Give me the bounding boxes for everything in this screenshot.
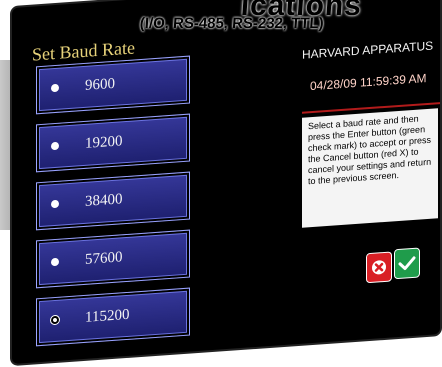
baud-option-57600[interactable]: 57600 — [36, 229, 190, 289]
datetime: 04/28/09 11:59:39 AM — [310, 71, 427, 94]
baud-label: 115200 — [85, 306, 130, 326]
radio-selected-icon — [51, 315, 59, 325]
radio-dot-icon — [51, 83, 59, 93]
check-icon — [398, 256, 416, 271]
radio-dot-icon — [51, 257, 59, 267]
baud-label: 9600 — [85, 75, 115, 94]
touchscreen: ications (I/O, RS-485, RS-232, TTL) Set … — [12, 0, 440, 365]
baud-label: 38400 — [85, 191, 123, 210]
baud-option-115200[interactable]: 115200 — [36, 287, 190, 347]
ok-button[interactable] — [394, 247, 420, 280]
baud-option-38400[interactable]: 38400 — [36, 171, 190, 231]
baud-label: 57600 — [85, 249, 123, 268]
help-text: Select a baud rate and then press the En… — [302, 108, 438, 228]
radio-dot-icon — [51, 141, 59, 151]
cancel-button[interactable] — [366, 251, 392, 284]
baud-label: 19200 — [85, 133, 123, 152]
baud-option-9600[interactable]: 9600 — [36, 55, 190, 115]
device-photo: ications (I/O, RS-485, RS-232, TTL) Set … — [0, 0, 442, 367]
baud-option-19200[interactable]: 19200 — [36, 113, 190, 173]
radio-dot-icon — [51, 199, 59, 209]
banner-subheading: (I/O, RS-485, RS-232, TTL) — [139, 15, 325, 33]
header-panel: HARVARD APPARATUS 04/28/09 11:59:39 AM — [302, 37, 440, 114]
close-icon — [372, 260, 386, 275]
